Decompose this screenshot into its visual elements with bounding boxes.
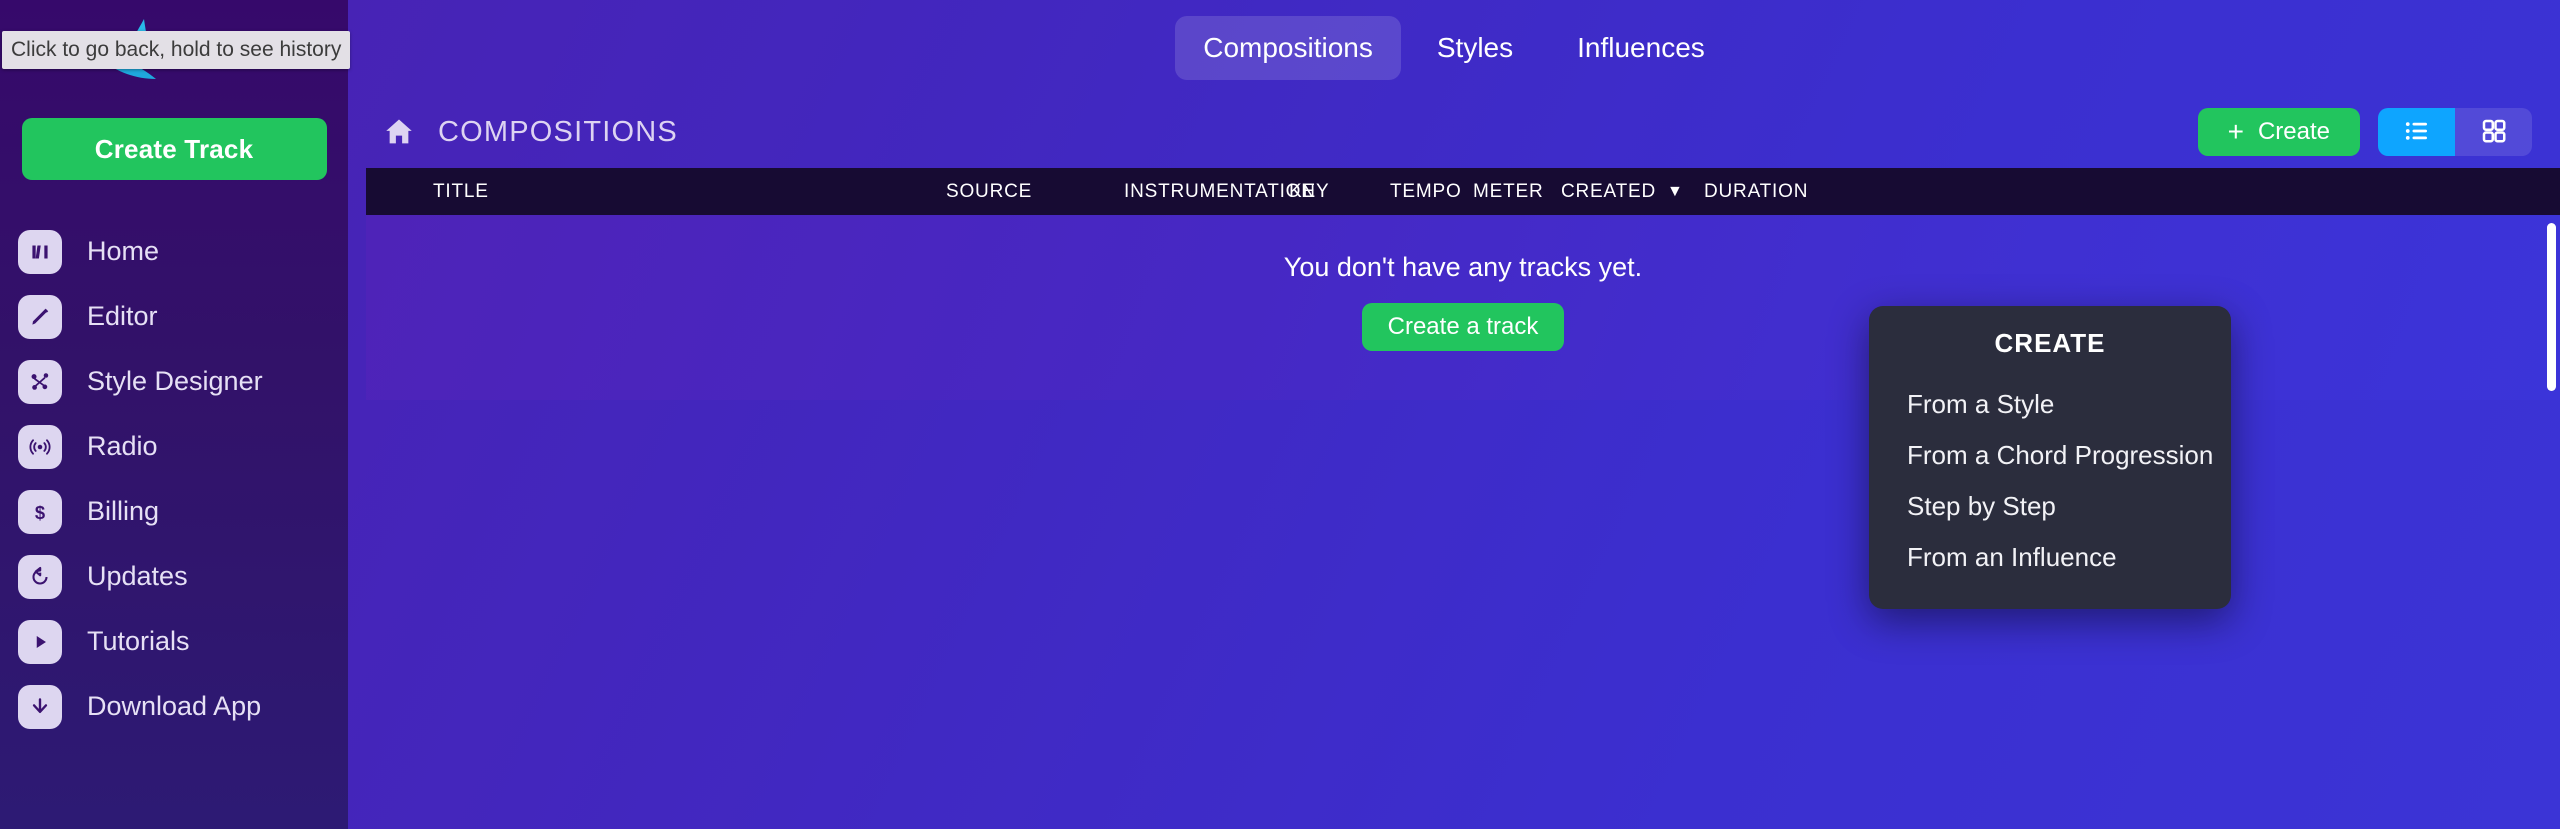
header-actions: + Create	[2197, 108, 2532, 156]
plus-icon: +	[2227, 116, 2244, 147]
page-title: COMPOSITIONS	[438, 115, 678, 148]
list-view-button[interactable]	[2378, 108, 2455, 156]
grid-view-icon	[2479, 116, 2509, 149]
top-tab-bar: Compositions Styles Influences	[348, 0, 2560, 96]
sidebar-item-billing[interactable]: $ Billing	[0, 479, 348, 544]
tab-styles[interactable]: Styles	[1409, 16, 1541, 80]
sidebar-nav: Home Editor Style Designer Radio $ Billi…	[0, 219, 348, 739]
dollar-icon: $	[18, 489, 62, 534]
dropdown-title: CREATE	[1994, 328, 2106, 358]
sidebar-item-tutorials[interactable]: Tutorials	[0, 609, 348, 674]
table-header-row: TITLE SOURCE INSTRUMENTATION KEY TEMPO M…	[366, 168, 2560, 215]
menu-item-from-a-chord-progression[interactable]: From a Chord Progression	[1869, 430, 2231, 481]
page-header: COMPOSITIONS + Create	[348, 96, 2560, 168]
home-icon[interactable]	[382, 115, 416, 149]
pencil-icon	[18, 294, 62, 339]
column-header-meter[interactable]: METER	[1473, 181, 1561, 203]
play-icon	[18, 619, 62, 664]
browser-tooltip: Click to go back, hold to see history	[2, 31, 351, 69]
sidebar-item-label: Style Designer	[87, 366, 263, 396]
logo-area[interactable]: Click to go back, hold to see history	[0, 0, 351, 118]
column-header-created-label: CREATED	[1561, 180, 1656, 202]
nodes-icon	[18, 359, 62, 404]
scrollbar[interactable]	[2547, 223, 2556, 391]
home-bars-icon	[18, 229, 62, 274]
sidebar-item-label: Radio	[87, 431, 158, 461]
sidebar-item-home[interactable]: Home	[0, 219, 348, 284]
broadcast-icon	[18, 424, 62, 469]
column-header-title[interactable]: TITLE	[366, 181, 946, 203]
create-dropdown-menu: CREATE From a Style From a Chord Progres…	[1869, 306, 2231, 609]
sidebar-item-label: Home	[87, 236, 160, 266]
sidebar-item-editor[interactable]: Editor	[0, 284, 348, 349]
menu-item-from-an-influence[interactable]: From an Influence	[1869, 532, 2231, 583]
refresh-icon	[18, 554, 62, 599]
column-header-source[interactable]: SOURCE	[946, 181, 1124, 203]
grid-view-button[interactable]	[2455, 108, 2532, 156]
create-button[interactable]: + Create	[2197, 108, 2360, 156]
sidebar-item-label: Updates	[87, 561, 188, 591]
menu-item-from-a-style[interactable]: From a Style	[1869, 379, 2231, 430]
sidebar: Click to go back, hold to see history Cr…	[0, 0, 351, 829]
sidebar-item-radio[interactable]: Radio	[0, 414, 348, 479]
scrollbar-thumb[interactable]	[2547, 223, 2556, 391]
column-header-tempo[interactable]: TEMPO	[1390, 181, 1473, 203]
view-toggle-group	[2378, 108, 2532, 156]
main-content: Compositions Styles Influences COMPOSITI…	[348, 0, 2560, 829]
sidebar-item-updates[interactable]: Updates	[0, 544, 348, 609]
sidebar-item-label: Billing	[87, 496, 160, 526]
sidebar-item-style-designer[interactable]: Style Designer	[0, 349, 348, 414]
sidebar-item-download-app[interactable]: Download App	[0, 674, 348, 739]
create-track-button[interactable]: Create Track	[21, 118, 327, 180]
app-root: Click to go back, hold to see history Cr…	[0, 0, 2560, 829]
column-header-duration[interactable]: DURATION	[1704, 181, 1864, 203]
sidebar-item-label: Download App	[87, 691, 262, 721]
column-header-key[interactable]: KEY	[1289, 181, 1390, 203]
sidebar-item-label: Tutorials	[87, 626, 190, 656]
create-a-track-button[interactable]: Create a track	[1361, 303, 1565, 351]
sidebar-item-label: Editor	[87, 301, 158, 331]
tab-influences[interactable]: Influences	[1549, 16, 1733, 80]
svg-text:$: $	[35, 502, 45, 523]
column-header-instrumentation[interactable]: INSTRUMENTATION	[1124, 181, 1315, 203]
download-icon	[18, 684, 62, 729]
column-header-created[interactable]: CREATED ▼	[1561, 181, 1704, 203]
list-view-icon	[2402, 116, 2432, 149]
tab-compositions[interactable]: Compositions	[1175, 16, 1401, 80]
empty-state-message: You don't have any tracks yet.	[1283, 252, 1643, 282]
create-button-label: Create	[2257, 118, 2330, 145]
sort-descending-icon: ▼	[1666, 182, 1684, 200]
menu-item-step-by-step[interactable]: Step by Step	[1869, 481, 2231, 532]
